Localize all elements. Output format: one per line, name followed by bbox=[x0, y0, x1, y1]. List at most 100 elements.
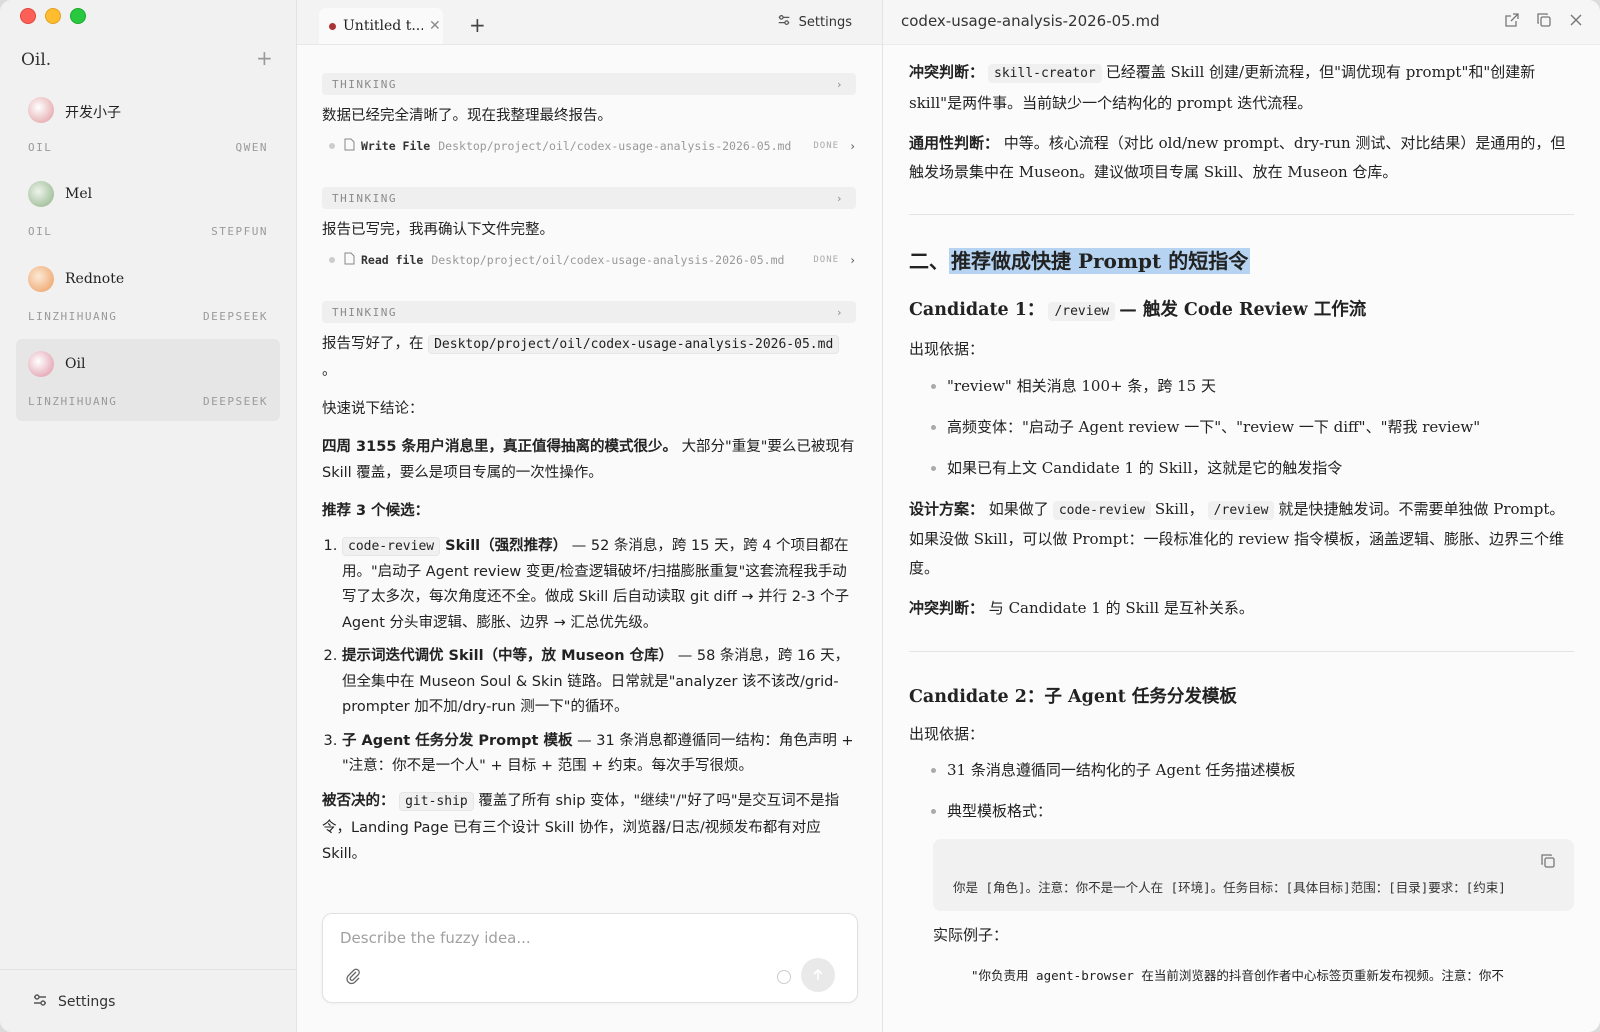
app-brand: Oil. bbox=[21, 50, 52, 70]
tool-verb: Write File bbox=[361, 139, 431, 153]
doc-paragraph: 通用性判断： 中等。核心流程（对比 old/new prompt、dry-run… bbox=[909, 129, 1574, 186]
session-project: OIL bbox=[28, 141, 53, 154]
session-model: QWEN bbox=[235, 141, 268, 154]
chevron-right-icon: › bbox=[835, 191, 844, 205]
evidence-label: 出现依据： bbox=[909, 340, 985, 358]
assistant-message: 快速说下结论： bbox=[322, 401, 424, 417]
inline-code: /review bbox=[1207, 500, 1275, 520]
inline-code: code-review bbox=[1052, 500, 1151, 520]
evidence-list: 31 条消息遵循同一结构化的子 Agent 任务描述模板 典型模板格式： bbox=[909, 756, 1574, 825]
list-item: 31 条消息遵循同一结构化的子 Agent 任务描述模板 bbox=[947, 756, 1574, 784]
new-session-button[interactable]: + bbox=[256, 48, 273, 68]
tab-close-icon[interactable]: ✕ bbox=[429, 18, 441, 34]
document-content: 冲突判断： skill-creator 已经覆盖 Skill 创建/更新流程，但"调… bbox=[909, 58, 1574, 1032]
doc-paragraph: 冲突判断： 与 Candidate 1 的 Skill 是互补关系。 bbox=[909, 594, 1574, 623]
chevron-right-icon: › bbox=[849, 253, 856, 267]
list-item: code-review Skill（强烈推荐） — 52 条消息，跨 15 天，… bbox=[342, 534, 856, 636]
mode-toggle-icon[interactable] bbox=[777, 970, 791, 984]
divider bbox=[909, 214, 1574, 215]
unsaved-dot-icon bbox=[329, 22, 336, 30]
composer bbox=[322, 913, 858, 1003]
candidate-heading: Candidate 2：子 Agent 任务分发模板 bbox=[909, 686, 1237, 707]
evidence-list: "review" 相关消息 100+ 条，跨 15 天 高频变体："启动子 Ag… bbox=[909, 372, 1574, 482]
zoom-window-button[interactable] bbox=[70, 8, 86, 24]
inline-code: skill-creator bbox=[988, 64, 1102, 83]
paragraph-text: 如果做了 bbox=[988, 499, 1049, 518]
close-window-button[interactable] bbox=[20, 8, 36, 24]
document-actions bbox=[1504, 12, 1584, 32]
chevron-right-icon: › bbox=[835, 77, 844, 91]
close-panel-icon[interactable] bbox=[1568, 12, 1584, 32]
sidebar: Oil. + 开发小子 OIL QWEN Mel OIL STEPFUN Red… bbox=[0, 0, 297, 1032]
session-item[interactable]: 开发小子 OIL QWEN bbox=[16, 85, 280, 167]
tab-chat[interactable]: Untitled t... ✕ bbox=[319, 8, 443, 44]
session-model: STEPFUN bbox=[211, 225, 268, 238]
message-text: 报告写好了，在 bbox=[322, 336, 424, 352]
status-dot-icon bbox=[329, 143, 335, 149]
assistant-message: 推荐 3 个候选： bbox=[322, 503, 430, 519]
thinking-label: THINKING bbox=[332, 77, 397, 91]
arrow-up-icon bbox=[813, 968, 823, 980]
session-project: OIL bbox=[28, 225, 53, 238]
item-bold: 子 Agent 任务分发 Prompt 模板 bbox=[342, 732, 573, 749]
assistant-message: 被否决的： git-ship 覆盖了所有 ship 变体，"继续"/"好了吗"是… bbox=[322, 788, 856, 867]
sidebar-settings-button[interactable]: Settings bbox=[32, 992, 115, 1012]
list-item: "review" 相关消息 100+ 条，跨 15 天 bbox=[947, 372, 1574, 400]
tool-call-row[interactable]: Write File Desktop/project/oil/codex-usa… bbox=[322, 133, 856, 159]
evidence-label: 出现依据： bbox=[909, 724, 985, 743]
tool-status: DONE bbox=[813, 141, 840, 151]
assistant-message: 数据已经完全清晰了。现在我整理最终报告。 bbox=[322, 108, 612, 124]
new-tab-button[interactable]: + bbox=[469, 13, 486, 37]
thinking-block[interactable]: THINKING › bbox=[322, 187, 856, 209]
paragraph-text: 与 Candidate 1 的 Skill 是互补关系。 bbox=[988, 599, 1254, 617]
divider bbox=[909, 650, 1574, 652]
document-header: codex-usage-analysis-2026-05.md bbox=[883, 0, 1600, 45]
thinking-label: THINKING bbox=[332, 191, 397, 205]
message-text: 。 bbox=[322, 363, 337, 379]
chat-panel: Untitled t... ✕ + Settings THINKING › 数据… bbox=[297, 0, 883, 1032]
session-project: LINZHIHUANG bbox=[28, 310, 118, 323]
minimize-window-button[interactable] bbox=[45, 8, 61, 24]
prompt-input[interactable] bbox=[338, 928, 842, 948]
list-item: 高频变体："启动子 Agent review 一下"、"review 一下 di… bbox=[947, 413, 1574, 441]
open-external-icon[interactable] bbox=[1504, 12, 1520, 32]
file-icon bbox=[344, 252, 355, 268]
session-name: Oil bbox=[65, 356, 86, 372]
paragraph-label: 冲突判断： bbox=[909, 63, 985, 81]
item-bold: 提示词迭代调优 Skill（中等，放 Museon 仓库） bbox=[342, 648, 674, 664]
summary-bold: 四周 3155 条用户消息里，真正值得抽离的模式很少。 bbox=[322, 439, 677, 455]
heading-prefix: 二、 bbox=[909, 249, 949, 273]
session-item[interactable]: Mel OIL STEPFUN bbox=[16, 169, 280, 251]
assistant-message: 四周 3155 条用户消息里，真正值得抽离的模式很少。 大部分"重复"要么已被现… bbox=[322, 434, 856, 486]
list-item: 提示词迭代调优 Skill（中等，放 Museon 仓库） — 58 条消息，跨… bbox=[342, 644, 856, 721]
copy-code-icon[interactable] bbox=[1540, 853, 1556, 873]
session-avatar bbox=[28, 181, 54, 207]
tool-path: Desktop/project/oil/codex-usage-analysis… bbox=[438, 139, 792, 153]
chat-settings-button[interactable]: Settings bbox=[777, 13, 852, 31]
inline-code: /review bbox=[1048, 302, 1116, 321]
paperclip-icon[interactable] bbox=[345, 967, 361, 989]
assistant-message: 报告写好了，在 Desktop/project/oil/codex-usage-… bbox=[322, 331, 856, 384]
tab-bar: Untitled t... ✕ + Settings bbox=[297, 0, 882, 45]
session-avatar bbox=[28, 266, 54, 292]
thinking-block[interactable]: THINKING › bbox=[322, 73, 856, 95]
thinking-block[interactable]: THINKING › bbox=[322, 301, 856, 323]
send-button[interactable] bbox=[801, 958, 835, 992]
list-item: 子 Agent 任务分发 Prompt 模板 — 31 条消息都遵循同一结构：角… bbox=[342, 729, 856, 780]
sliders-icon bbox=[32, 992, 48, 1012]
code-content: 你是 [角色]。注意：你不是一个人在 [环境]。任务目标：[具体目标]范围：[目… bbox=[953, 880, 1506, 895]
session-name: Rednote bbox=[65, 271, 125, 287]
session-item-active[interactable]: Oil LINZHIHUANG DEEPSEEK bbox=[16, 339, 280, 421]
candidate-list: code-review Skill（强烈推荐） — 52 条消息，跨 15 天，… bbox=[322, 534, 856, 780]
copy-icon[interactable] bbox=[1536, 12, 1552, 32]
paragraph-label: 通用性判断： bbox=[909, 134, 1000, 152]
section-heading: 二、 推荐做成快捷 Prompt 的短指令 bbox=[909, 245, 1574, 277]
session-item[interactable]: Rednote LINZHIHUANG DEEPSEEK bbox=[16, 254, 280, 336]
status-dot-icon bbox=[329, 257, 335, 263]
doc-paragraph: 设计方案： 如果做了 code-review Skill，/review 就是快捷触发… bbox=[909, 495, 1574, 583]
candidate-heading: Candidate 1：/review — 触发 Code Review 工作流 bbox=[909, 295, 1574, 327]
session-name: Mel bbox=[65, 186, 93, 202]
file-icon bbox=[344, 138, 355, 154]
tool-call-row[interactable]: Read file Desktop/project/oil/codex-usag… bbox=[322, 247, 856, 273]
document-filename: codex-usage-analysis-2026-05.md bbox=[901, 12, 1160, 30]
